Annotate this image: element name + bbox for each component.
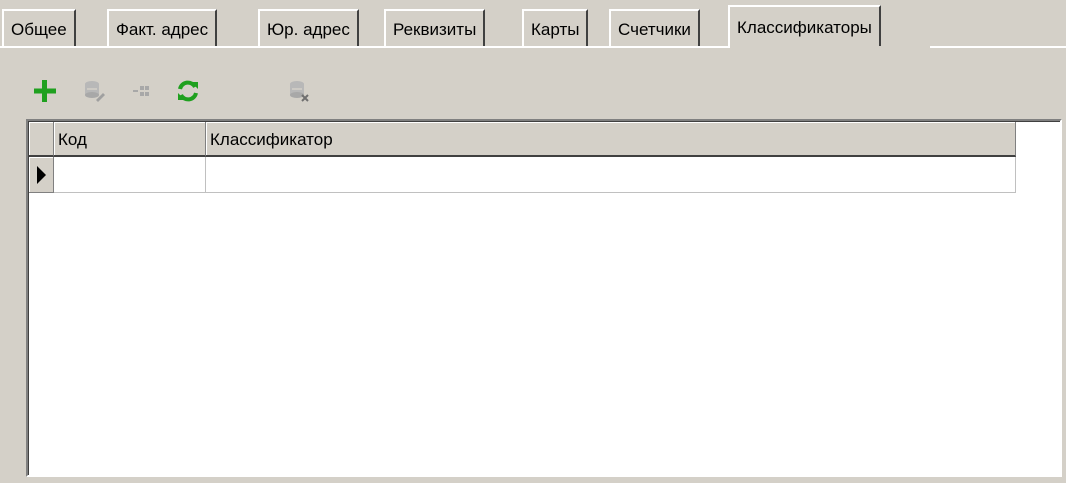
grid-body: Код Классификатор (28, 121, 1060, 475)
plus-icon (34, 80, 56, 102)
refresh-button[interactable] (171, 74, 205, 108)
row-indicator[interactable] (29, 157, 54, 193)
refresh-icon (178, 80, 198, 102)
insert-row-button[interactable] (127, 74, 161, 108)
tab-requisites[interactable]: Реквизиты (384, 9, 486, 46)
edit-record-icon (85, 81, 105, 102)
tab-classifiers[interactable]: Классификаторы (728, 5, 881, 48)
toolbar (0, 70, 1066, 110)
insert-row-icon (133, 86, 149, 96)
tab-strip: Общее Факт. адрес Юр. адрес Реквизиты Ка… (0, 0, 1066, 48)
column-header-classifier[interactable]: Классификатор (206, 122, 1016, 157)
tab-legal-address[interactable]: Юр. адрес (258, 9, 359, 46)
tab-meters[interactable]: Счетчики (609, 9, 700, 46)
add-button[interactable] (28, 74, 62, 108)
classifiers-panel: Общее Факт. адрес Юр. адрес Реквизиты Ка… (0, 0, 1066, 483)
tab-general[interactable]: Общее (2, 9, 76, 46)
tab-cards[interactable]: Карты (522, 9, 589, 46)
active-tab-gap (730, 46, 930, 48)
current-row-arrow-icon (37, 166, 46, 184)
edit-button[interactable] (77, 74, 111, 108)
header-corner (29, 122, 54, 157)
column-header-code[interactable]: Код (54, 122, 206, 157)
cell-classifier[interactable] (206, 157, 1016, 193)
column-header-classifier-label: Классификатор (210, 130, 333, 149)
column-header-code-label: Код (58, 130, 87, 149)
delete-record-icon (290, 81, 309, 102)
delete-button[interactable] (282, 74, 316, 108)
tab-actual-address[interactable]: Факт. адрес (107, 9, 218, 46)
cell-code[interactable] (54, 157, 206, 193)
classifiers-grid[interactable]: Код Классификатор (26, 119, 1062, 477)
